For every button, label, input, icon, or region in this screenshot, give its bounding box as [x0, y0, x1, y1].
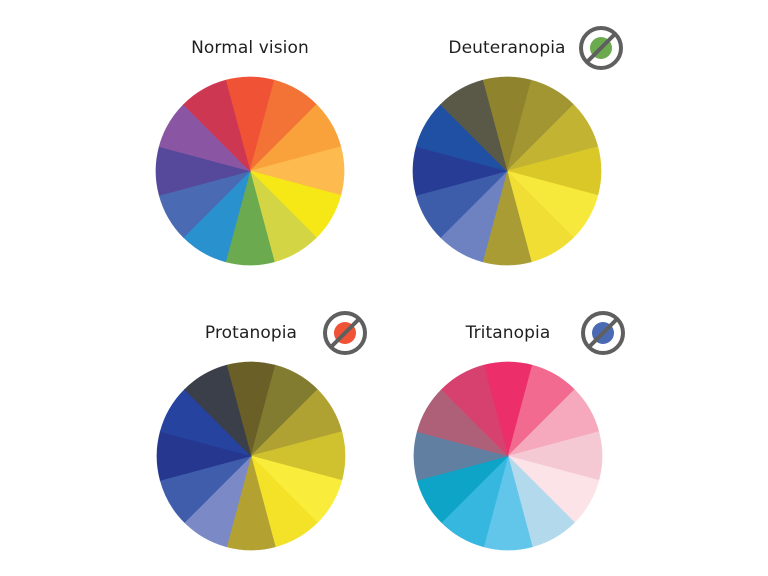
color-wheel-protanopia	[156, 361, 346, 551]
no-red-icon	[323, 311, 367, 355]
color-wheel-normal	[155, 76, 345, 266]
color-wheels-canvas	[155, 26, 625, 551]
color-wheel-tritanopia	[413, 361, 603, 551]
color-wheel-deuteranopia	[412, 76, 602, 266]
no-blue-icon	[581, 311, 625, 355]
no-green-icon	[579, 26, 623, 70]
